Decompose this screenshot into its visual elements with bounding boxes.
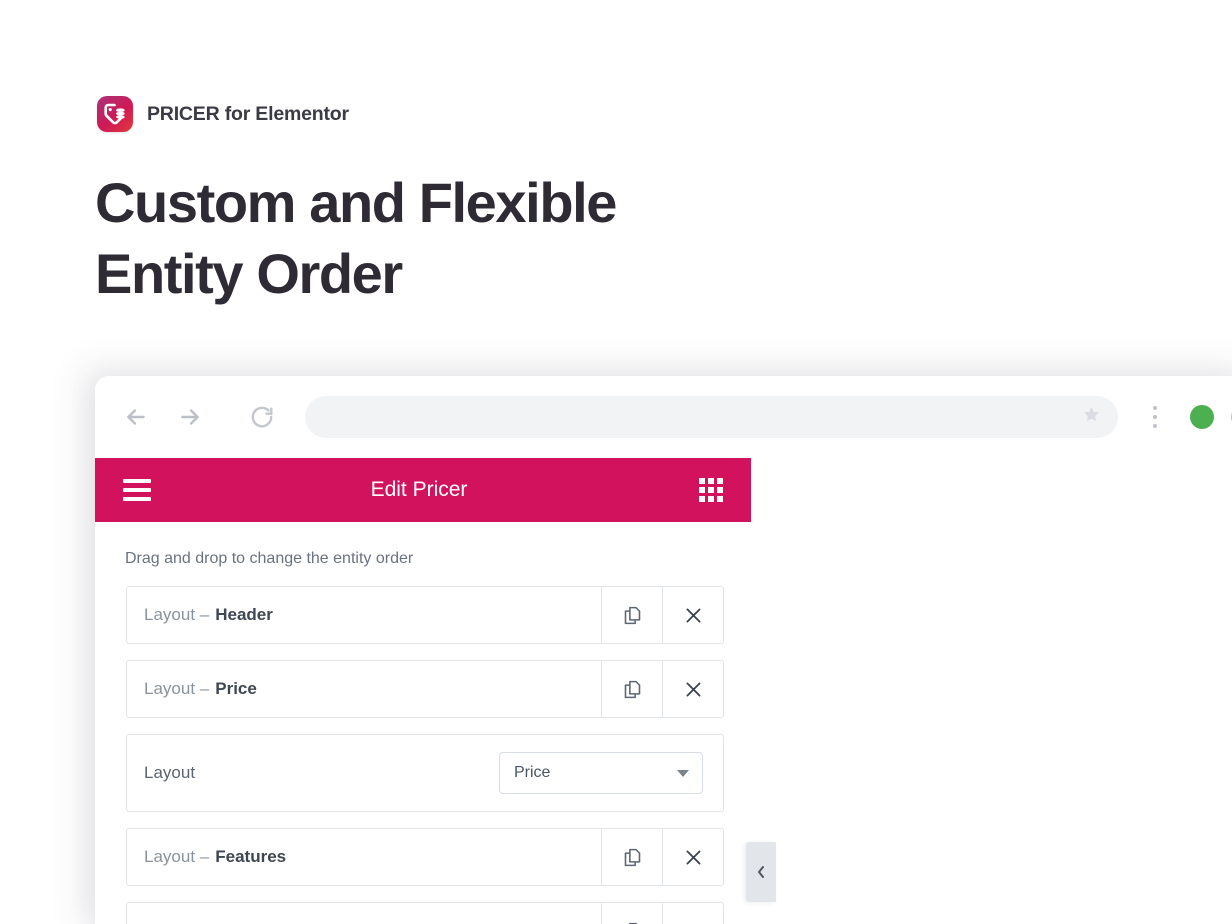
app-title: Edit Pricer	[370, 478, 468, 501]
close-x-icon[interactable]	[662, 829, 723, 885]
arrow-left-icon[interactable]	[119, 400, 153, 434]
row-name: Features	[215, 847, 287, 866]
row-label: Layout – Features	[127, 829, 601, 885]
hamburger-icon[interactable]	[123, 479, 151, 501]
kebab-menu-icon[interactable]	[1142, 406, 1168, 428]
table-row[interactable]: Layout – Features	[126, 828, 724, 886]
row-prefix: Layout –	[144, 605, 210, 624]
table-row[interactable]: Layout – Price	[126, 660, 724, 718]
star-icon[interactable]	[1081, 404, 1102, 430]
page-title: Custom and Flexible Entity Order	[95, 171, 617, 305]
row-label: Layout – Header	[127, 587, 601, 643]
table-row[interactable]: Layout – Header	[126, 586, 724, 644]
copy-icon[interactable]	[601, 829, 662, 885]
window-dots	[1190, 405, 1232, 429]
close-x-icon[interactable]	[662, 903, 723, 924]
layout-select-value: Price	[514, 764, 551, 781]
page-root: PRICER for Elementor Custom and Flexible…	[0, 0, 1232, 924]
maximize-dot[interactable]	[1190, 405, 1214, 429]
row-name: Header	[215, 605, 273, 624]
copy-icon[interactable]	[601, 661, 662, 717]
browser-toolbar	[95, 376, 1232, 458]
copy-icon[interactable]	[601, 903, 662, 924]
reload-icon[interactable]	[245, 400, 279, 434]
arrow-right-icon[interactable]	[173, 400, 207, 434]
address-bar[interactable]	[305, 396, 1119, 438]
brand-row: PRICER for Elementor	[97, 96, 349, 132]
panel-collapse-handle[interactable]	[746, 842, 776, 902]
entity-rows: Layout – Header Layout – Price Layout Pr…	[95, 586, 751, 924]
row-label: Layout – Description	[127, 903, 601, 924]
pricer-tag-coins-logo-icon	[97, 96, 133, 132]
row-prefix: Layout –	[144, 679, 210, 698]
layout-select[interactable]: Price	[499, 752, 703, 794]
app-header: Edit Pricer	[95, 458, 751, 522]
row-name: Price	[215, 679, 257, 698]
row-label: Layout – Price	[127, 661, 601, 717]
grid-apps-icon[interactable]	[699, 478, 723, 502]
layout-setting-row: Layout Price	[126, 734, 724, 812]
chevron-down-icon	[677, 769, 689, 777]
entity-order-panel: Drag and drop to change the entity order…	[95, 522, 751, 924]
close-x-icon[interactable]	[662, 661, 723, 717]
table-row[interactable]: Layout – Description	[126, 902, 724, 924]
brand-name: PRICER for Elementor	[147, 102, 349, 125]
drag-drop-hint: Drag and drop to change the entity order	[125, 550, 414, 567]
close-x-icon[interactable]	[662, 587, 723, 643]
elementor-preview: 10 GB STORAGE $19 / billed monthly GET T…	[851, 458, 1232, 924]
browser-window: Edit Pricer Drag and drop to change the …	[95, 376, 1232, 924]
copy-icon[interactable]	[601, 587, 662, 643]
row-prefix: Layout –	[144, 847, 210, 866]
layout-setting-label: Layout	[144, 763, 196, 782]
